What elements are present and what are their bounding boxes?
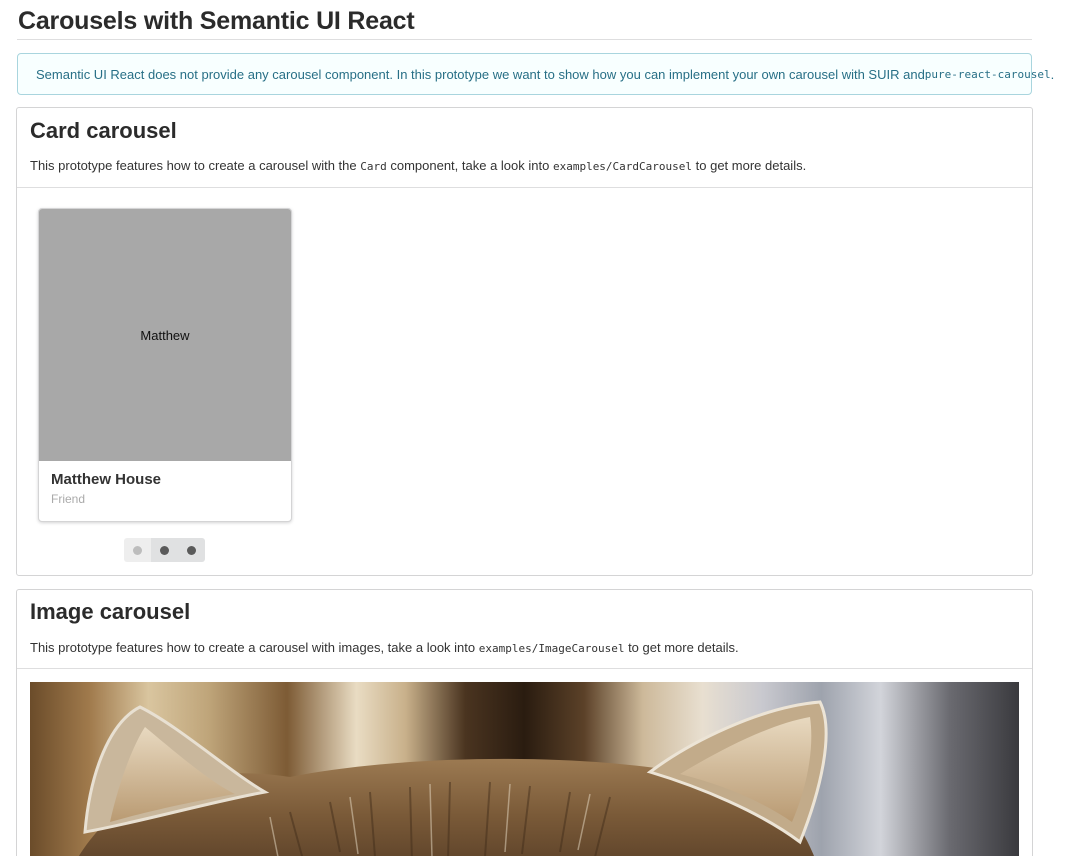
segment-divider — [17, 187, 1032, 188]
cat-photo — [79, 700, 828, 856]
desc-code-path: examples/ImageCarousel — [478, 642, 625, 655]
image-carousel-segment: Image carousel This prototype features h… — [16, 589, 1033, 856]
carousel-card[interactable]: Matthew Matthew House Friend — [38, 208, 292, 522]
image-carousel-description: This prototype features how to create a … — [30, 640, 739, 655]
page-title: Carousels with Semantic UI React — [18, 7, 415, 35]
image-carousel-title: Image carousel — [30, 599, 191, 624]
desc-text: This prototype features how to create a … — [30, 158, 361, 173]
page: Carousels with Semantic UI React Semanti… — [0, 0, 1065, 856]
carousel-dot-1[interactable] — [124, 538, 151, 562]
card-image-text: Matthew — [140, 327, 190, 343]
dot-icon — [133, 545, 142, 555]
segment-divider — [17, 668, 1032, 669]
info-code: pure-react-carousel — [924, 67, 1051, 81]
desc-text: to get more details. — [624, 640, 739, 655]
carousel-dot-group — [124, 538, 205, 562]
carousel-image-cat[interactable] — [30, 682, 1019, 856]
info-message: Semantic UI React does not provide any c… — [17, 53, 1054, 95]
title-divider — [17, 39, 1032, 40]
desc-code-card: Card — [360, 160, 387, 173]
info-suffix: . — [1050, 66, 1055, 82]
carousel-dot-2[interactable] — [151, 538, 178, 562]
card-carousel-title: Card carousel — [30, 118, 177, 143]
card-carousel-description: This prototype features how to create a … — [30, 158, 806, 173]
desc-text: This prototype features how to create a … — [30, 640, 479, 655]
desc-text: component, take a look into — [386, 158, 553, 173]
card-meta: Friend — [51, 492, 86, 506]
dot-icon — [187, 545, 196, 555]
card-image: Matthew — [39, 209, 291, 461]
dot-icon — [160, 545, 169, 555]
card-carousel-segment: Card carousel This prototype features ho… — [16, 107, 1033, 576]
desc-text: to get more details. — [692, 158, 807, 173]
card-header: Matthew House — [51, 471, 162, 488]
info-text: Semantic UI React does not provide any c… — [36, 66, 925, 82]
desc-code-path: examples/CardCarousel — [552, 160, 693, 173]
carousel-dot-3[interactable] — [178, 538, 205, 562]
